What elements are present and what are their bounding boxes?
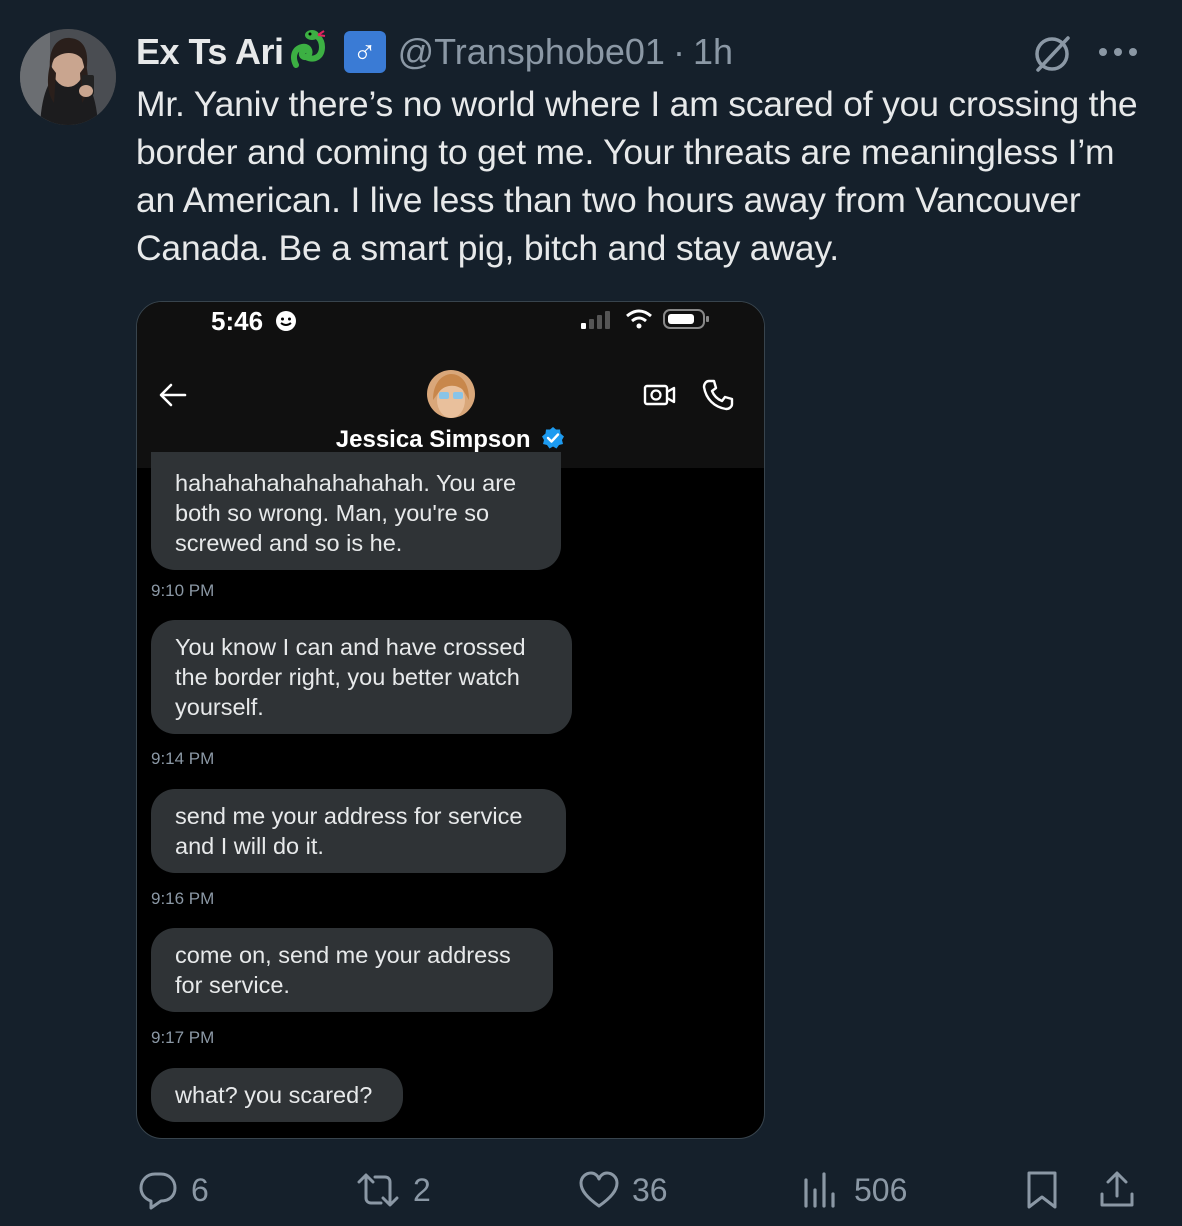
tweet-header: Ex Ts Ari ♂ @Transphobe01 · 1h [136,29,733,74]
message-timestamp: 9:16 PM [151,889,215,908]
repost-count: 2 [413,1171,431,1208]
reply-icon [139,1172,177,1210]
contact-avatar[interactable] [427,370,475,418]
grok-icon[interactable] [1030,32,1074,81]
author-name[interactable]: Ex Ts Ari [136,31,284,73]
status-time: 5:46 [211,306,264,336]
message-bubble[interactable]: hahahahahahahahahah. You are both so wro… [151,452,561,570]
message-bubble[interactable]: You know I can and have crossed the bord… [151,620,572,734]
reply-button[interactable]: 6 [137,1170,209,1210]
battery-icon [663,308,711,335]
avatar-photo [20,29,116,125]
contact-name: Jessica Simpson [335,426,531,453]
bookmark-button[interactable] [1024,1170,1072,1210]
author-avatar[interactable] [20,29,116,125]
share-icon [1100,1171,1134,1207]
signal-icon [581,310,615,335]
separator-dot: · [672,31,685,72]
views-button[interactable]: 506 [800,1170,907,1210]
repost-icon [357,1173,399,1207]
message-bubble[interactable]: send me your address for service and I w… [151,789,566,873]
tweet-timestamp[interactable]: 1h [693,31,733,73]
verified-badge-icon [542,427,565,449]
tweet-text: Mr. Yaniv there’s no world where I am sc… [136,84,1138,268]
smiley-icon [275,310,297,337]
repost-button[interactable]: 2 [355,1170,431,1210]
message-timestamp: 9:17 PM [151,1028,215,1047]
author-handle[interactable]: @Transphobe01 [398,31,665,73]
like-button[interactable]: 36 [578,1170,668,1210]
share-button[interactable] [1098,1170,1148,1210]
views-icon [804,1172,835,1208]
male-sign-badge: ♂ [343,31,386,73]
like-count: 36 [632,1171,668,1208]
message-timestamp: 9:10 PM [151,581,215,600]
phone-call-icon[interactable] [701,378,735,417]
reply-count: 6 [191,1171,209,1208]
message-timestamp: 9:14 PM [151,749,215,768]
bookmark-icon [1027,1171,1057,1209]
video-call-icon[interactable] [643,381,677,414]
wifi-icon [625,308,653,335]
back-arrow-icon[interactable] [157,380,189,415]
snake-emoji-icon [288,27,330,78]
views-count: 506 [854,1171,908,1208]
more-options-icon[interactable] [1098,40,1138,69]
contact-name-row: Jessica Simpson [137,426,764,454]
tweet-media-image[interactable]: 5:46 Jessica Simpson hahahahahahahahahah… [136,301,765,1139]
heart-icon [579,1171,619,1208]
message-bubble[interactable]: what? you scared? [151,1068,403,1122]
message-bubble[interactable]: come on, send me your address for servic… [151,928,553,1012]
